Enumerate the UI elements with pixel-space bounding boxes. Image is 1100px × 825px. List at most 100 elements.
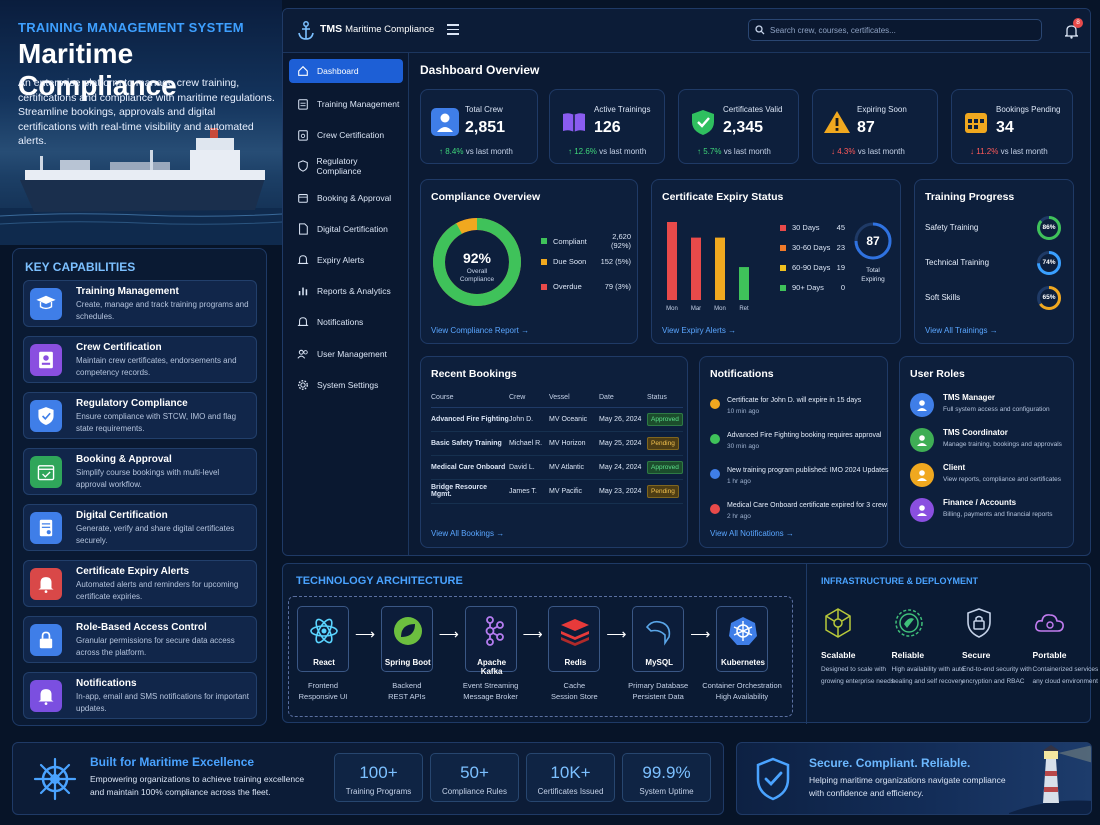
capability-item[interactable]: Regulatory Compliance Ensure compliance w… <box>23 392 257 439</box>
capability-item[interactable]: Notifications In-app, email and SMS notif… <box>23 672 257 719</box>
capability-item[interactable]: Crew Certification Maintain crew certific… <box>23 336 257 383</box>
metric-label: Training Programs <box>345 787 412 796</box>
tech-name: React <box>313 658 335 667</box>
sidebar-item-label: User Management <box>317 348 387 359</box>
user-role-item[interactable]: TMS Manager Full system access and config… <box>910 393 1075 423</box>
capability-item[interactable]: Certificate Expiry Alerts Automated alert… <box>23 560 257 607</box>
secure-description: Helping maritime organizations navigate … <box>809 775 1006 798</box>
stat-card[interactable]: Active Trainings 126 ↑ 12.6% vs last month <box>549 89 665 164</box>
sidebar-item[interactable]: Reports & Analytics <box>289 279 403 303</box>
role-description: Billing, payments and financial reports <box>943 511 1053 518</box>
capability-description: Simplify course bookings with multi-leve… <box>76 468 220 489</box>
booking-status-cell: Pending <box>647 431 683 456</box>
stat-delta-value: 11.2% <box>976 147 999 156</box>
stat-label: Bookings Pending <box>996 105 1061 114</box>
user-role-item[interactable]: Client View reports, compliance and certi… <box>910 463 1075 493</box>
bookings-table: Course Crew Vessel Date Status Advanced Fire… <box>431 389 683 504</box>
sidebar-item-label: Digital Certification <box>317 223 388 234</box>
training-progress-item[interactable]: Safety Training 86% <box>925 215 1065 241</box>
expiry-bar <box>691 237 701 300</box>
tech-caption-line2: Session Store <box>551 692 598 701</box>
training-progress-item[interactable]: Soft Skills 65% <box>925 285 1065 311</box>
expiry-bar-chart: Mon Mar Mon Ret <box>666 222 749 312</box>
stat-card[interactable]: Total Crew 2,851 ↑ 8.4% vs last month <box>420 89 538 164</box>
arrow-right-icon: ⟶ <box>438 626 459 642</box>
tech-stack-box[interactable]: Kubernetes <box>716 606 768 672</box>
stat-card[interactable]: Certificates Valid 2,345 ↑ 5.7% vs last mo… <box>678 89 799 164</box>
training-progress-item[interactable]: Technical Training 74% <box>925 250 1065 276</box>
capability-item[interactable]: Training Management Create, manage and tr… <box>23 280 257 327</box>
bell-icon <box>289 254 317 266</box>
tech-stack-box[interactable]: Redis <box>548 606 601 672</box>
brand-name: Maritime Compliance <box>345 24 435 35</box>
search-input[interactable]: Search crew, courses, certificates... <box>748 19 1042 41</box>
booking-crew: Michael R. <box>509 431 549 456</box>
table-row[interactable]: Medical Care Onboard David L. MV Atlantic M… <box>431 455 683 480</box>
metric-card: 50+ Compliance Rules <box>430 753 519 802</box>
sidebar-item[interactable]: Notifications <box>289 310 403 334</box>
notification-item[interactable]: Advanced Fire Fighting booking requires … <box>710 432 881 460</box>
capability-description: Automated alerts and reminders for upcom… <box>76 580 239 601</box>
app-sidebar: Dashboard Training Management Crew Certifi… <box>283 53 409 555</box>
column-header: Crew <box>509 389 549 408</box>
notification-item[interactable]: Medical Care Onboard certificate expired… <box>710 502 887 530</box>
user-role-item[interactable]: TMS Coordinator Manage training, bookings… <box>910 428 1075 458</box>
stat-card[interactable]: Bookings Pending 34 ↓ 11.2% vs last month <box>951 89 1073 164</box>
sidebar-item[interactable]: Training Management <box>289 92 403 116</box>
view-all-notifications-link[interactable]: View All Notifications → <box>710 529 794 538</box>
view-all-trainings-link[interactable]: View All Trainings → <box>925 326 998 335</box>
notification-time: 10 min ago <box>727 408 760 415</box>
compliance-title: Compliance Overview <box>431 191 541 203</box>
user-role-item[interactable]: Finance / Accounts Billing, payments and … <box>910 498 1075 528</box>
view-all-bookings-link[interactable]: View All Bookings → <box>431 529 504 538</box>
booking-course: Bridge Resource Mgmt. <box>431 479 509 504</box>
sidebar-item[interactable]: Crew Certification <box>289 123 403 147</box>
tech-caption: Event Streaming Message Broker <box>446 680 536 702</box>
tech-stack-box[interactable]: Spring Boot <box>380 606 433 672</box>
sidebar-item[interactable]: System Settings <box>289 373 403 397</box>
view-compliance-report-link[interactable]: View Compliance Report → <box>431 326 529 335</box>
progress-percent: 86% <box>1042 224 1056 231</box>
capability-item[interactable]: Role-Based Access Control Granular permis… <box>23 616 257 663</box>
capability-item[interactable]: Booking & Approval Simplify course bookin… <box>23 448 257 495</box>
stat-delta-value: 4.3% <box>837 147 856 156</box>
sidebar-item[interactable]: Expiry Alerts <box>289 248 403 272</box>
legend-label: Overdue <box>553 282 582 291</box>
view-expiry-alerts-link[interactable]: View Expiry Alerts → <box>662 326 736 335</box>
capability-description: Create, manage and track training progra… <box>76 300 249 321</box>
hamburger-menu-icon[interactable] <box>447 24 459 35</box>
stat-card[interactable]: Expiring Soon 87 ↓ 4.3% vs last month <box>812 89 938 164</box>
id-card-icon <box>30 344 62 376</box>
column-header: Status <box>647 389 683 408</box>
capability-item[interactable]: Digital Certification Generate, verify an… <box>23 504 257 551</box>
legend-value: 79 (3%) <box>604 282 631 291</box>
booking-course: Medical Care Onboard <box>431 455 509 480</box>
ship-wheel-icon <box>33 757 77 801</box>
notification-text: Medical Care Onboard certificate expired… <box>727 502 887 509</box>
dashboard-title: Dashboard Overview <box>420 63 540 77</box>
tech-stack-box[interactable]: MySQL <box>632 606 685 672</box>
tech-caption-line2: Persistent Data <box>632 692 684 701</box>
tech-stack-box[interactable]: Apache Kafka <box>464 606 517 676</box>
booking-date: May 26, 2024 <box>599 407 647 432</box>
sidebar-item[interactable]: Regulatory Compliance <box>289 154 403 178</box>
tech-name: Redis <box>564 658 587 667</box>
expiry-total-label: Total Expiring <box>861 267 885 283</box>
bookings-table-header: Course Crew Vessel Date Status <box>431 389 683 408</box>
table-row[interactable]: Bridge Resource Mgmt. James T. MV Pacific M… <box>431 479 683 504</box>
notification-item[interactable]: New training program published: IMO 2024… <box>710 467 888 495</box>
sidebar-item[interactable]: User Management <box>289 342 403 366</box>
tech-caption-line1: Frontend <box>307 681 339 690</box>
table-row[interactable]: Advanced Fire Fighting John D. MV Oceanic M… <box>431 407 683 432</box>
notification-item[interactable]: Certificate for John D. will expire in 1… <box>710 397 878 425</box>
sidebar-item[interactable]: Booking & Approval <box>289 186 403 210</box>
sidebar-item[interactable]: Dashboard <box>289 59 403 83</box>
calendar-check-icon <box>30 456 62 488</box>
stat-delta-value: 12.6% <box>574 147 597 156</box>
legend-value: 45 <box>836 223 845 232</box>
tech-stack-box[interactable]: React <box>297 606 349 672</box>
table-row[interactable]: Basic Safety Training Michael R. MV Horizo… <box>431 431 683 456</box>
sidebar-item[interactable]: Digital Certification <box>289 217 403 241</box>
capability-title: Role-Based Access Control <box>76 622 207 633</box>
secure-banner: Secure. Compliant. Reliable. Helping mar… <box>736 742 1092 815</box>
